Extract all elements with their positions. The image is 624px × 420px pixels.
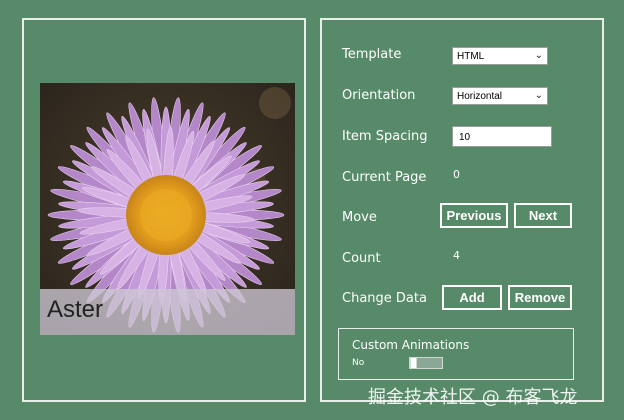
item-spacing-label: Item Spacing [342,129,428,144]
add-button[interactable]: Add [442,285,502,310]
settings-panel: Template HTML ⌄ Orientation Horizontal ⌄… [320,18,604,402]
custom-animations-toggle[interactable] [409,357,443,369]
template-select[interactable]: HTML ⌄ [452,47,548,65]
template-select-value: HTML [457,51,485,62]
custom-animations-state: No [352,358,365,368]
flipview-panel: Aster [22,18,306,402]
flipview-item-caption: Aster [40,289,295,335]
orientation-select[interactable]: Horizontal ⌄ [452,87,548,105]
current-page-label: Current Page [342,170,427,185]
template-label: Template [342,47,402,62]
chevron-down-icon: ⌄ [534,50,543,61]
watermark: 掘金技术社区 @ 布客飞龙 [368,387,578,408]
orientation-select-value: Horizontal [457,91,503,102]
flipview-item[interactable]: Aster [40,83,295,335]
remove-button[interactable]: Remove [508,285,572,310]
current-page-value: 0 [453,168,460,181]
orientation-label: Orientation [342,88,416,103]
custom-animations-title: Custom Animations [352,338,470,352]
next-button[interactable]: Next [514,203,572,228]
previous-button[interactable]: Previous [440,203,508,228]
count-label: Count [342,251,381,266]
count-value: 4 [453,249,460,262]
chevron-down-icon: ⌄ [534,90,543,101]
custom-animations-group: Custom Animations No [338,328,574,380]
toggle-thumb[interactable] [410,357,417,369]
item-spacing-input[interactable]: 10 [452,126,552,147]
move-label: Move [342,210,377,225]
change-data-label: Change Data [342,291,427,306]
